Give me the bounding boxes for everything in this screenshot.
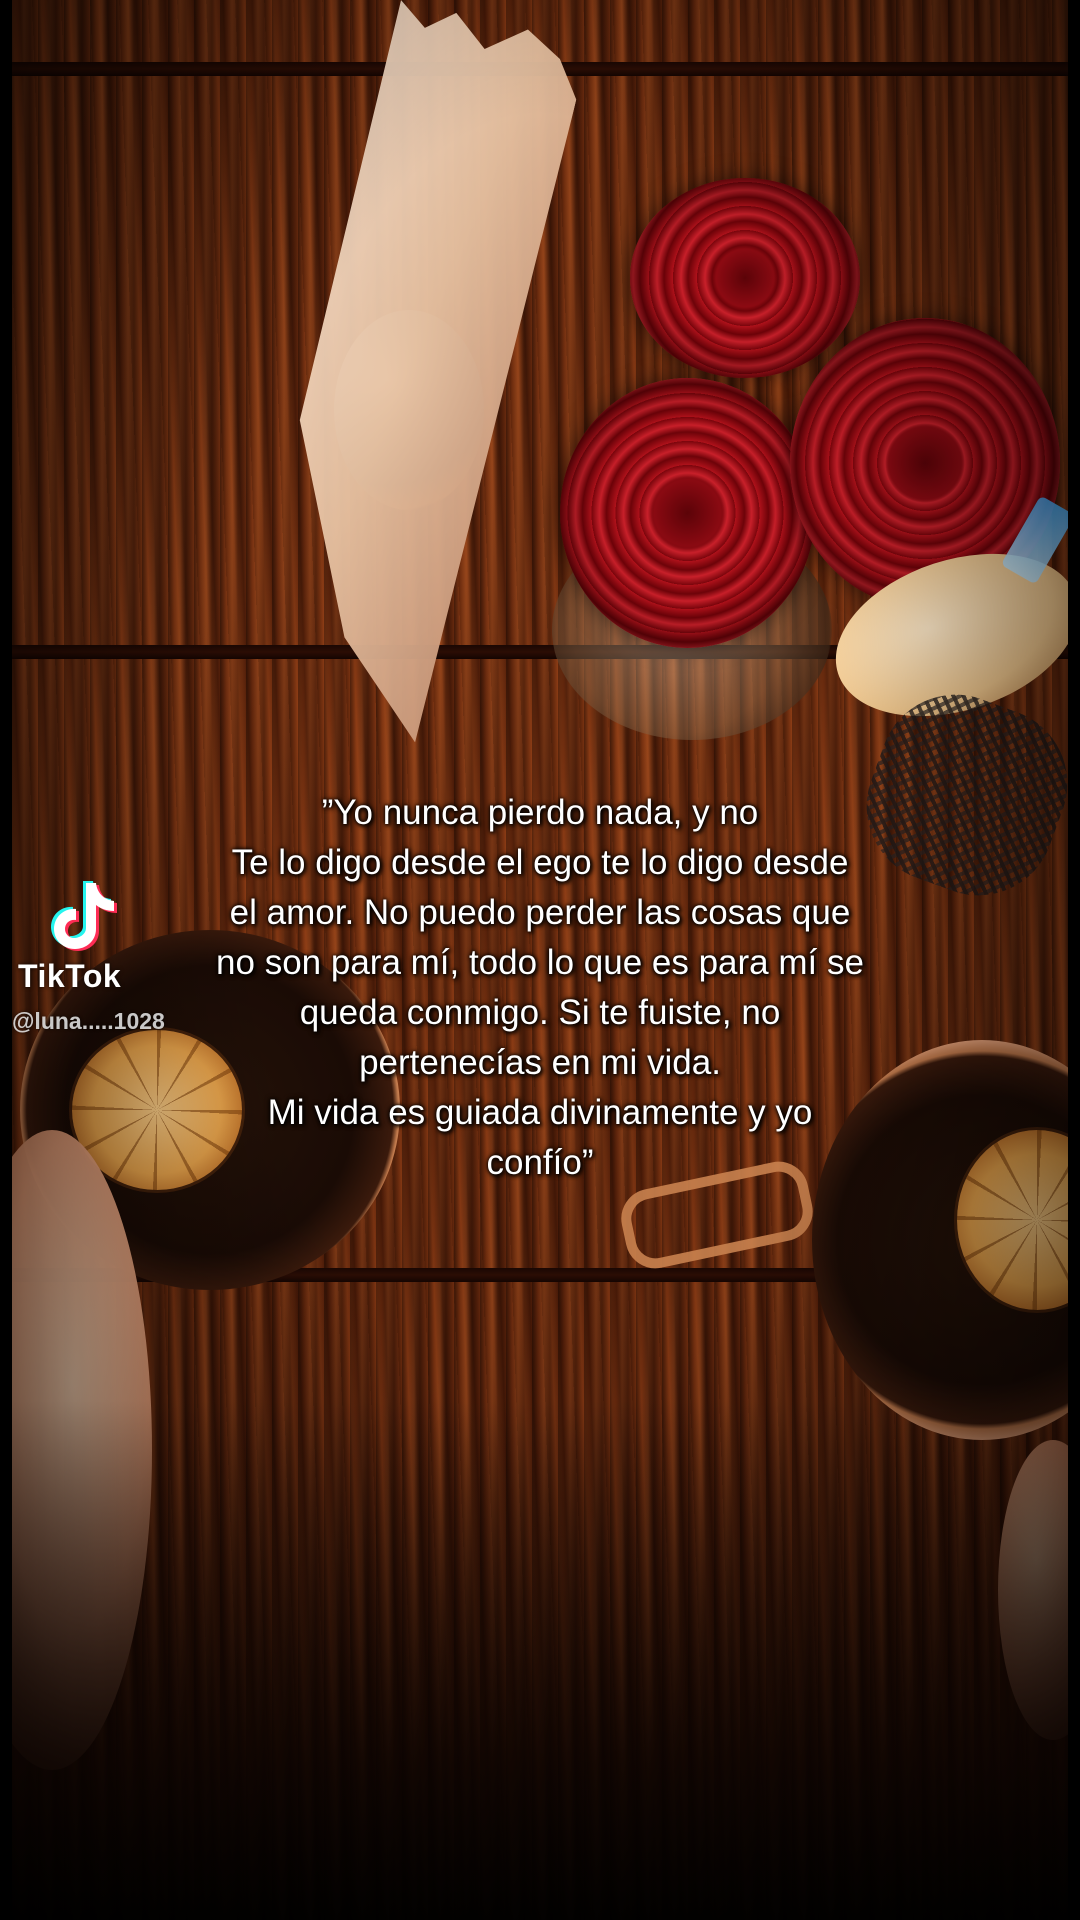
quote-line: no son para mí, todo lo que es para mí s… xyxy=(216,943,864,982)
video-frame: ”Yo nunca pierdo nada, y no Te lo digo d… xyxy=(0,0,1080,1920)
tiktok-brand-label: TikTok xyxy=(18,958,122,994)
creator-handle: @luna.....1028 xyxy=(12,1008,165,1034)
tiktok-watermark: TikTok @luna.....1028 xyxy=(10,875,210,1045)
tiktok-logo-icon xyxy=(51,881,117,951)
quote-line: queda conmigo. Si te fuiste, no xyxy=(299,993,781,1032)
quote-line: Mi vida es guiada divinamente y yo xyxy=(267,1093,813,1132)
quote-line: confío” xyxy=(486,1143,594,1182)
quote-text: ”Yo nunca pierdo nada, y no Te lo digo d… xyxy=(140,788,940,1188)
quote-line: pertenecías en mi vida. xyxy=(359,1043,721,1082)
quote-line: el amor. No puedo perder las cosas que xyxy=(229,893,851,932)
bottom-shadow xyxy=(12,1400,1068,1920)
quote-line: Te lo digo desde el ego te lo digo desde xyxy=(231,843,849,882)
quote-line: ”Yo nunca pierdo nada, y no xyxy=(321,793,759,832)
